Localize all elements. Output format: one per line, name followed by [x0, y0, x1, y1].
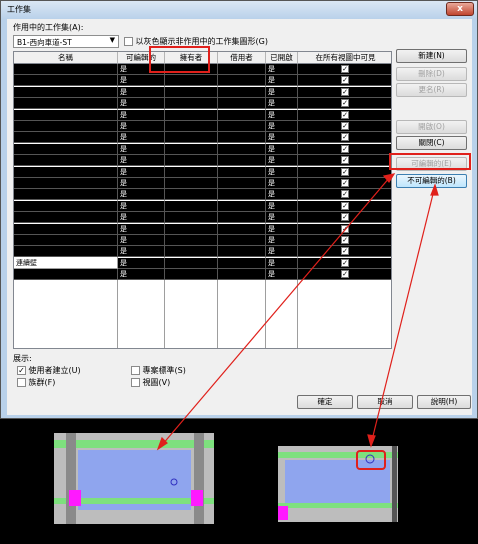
annotation-overlay — [54, 173, 439, 524]
left-plan-thumbnail — [54, 433, 214, 524]
right-plan-thumbnail — [278, 446, 398, 522]
annotation-arrows — [156, 173, 439, 451]
